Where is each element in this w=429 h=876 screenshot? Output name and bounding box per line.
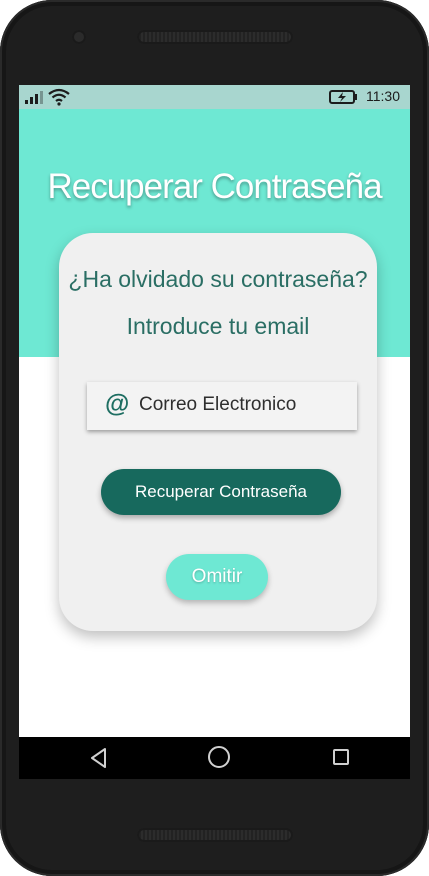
front-camera: [72, 30, 86, 44]
screen: 11:30 Recuperar Contraseña ¿Ha olvidado …: [19, 85, 410, 779]
email-input[interactable]: [139, 390, 349, 420]
at-icon: @: [105, 390, 130, 418]
earpiece-speaker: [137, 30, 293, 44]
wifi-icon: [48, 88, 70, 106]
recents-icon[interactable]: [333, 749, 349, 765]
email-field[interactable]: @: [87, 382, 357, 430]
status-bar: 11:30: [19, 85, 410, 109]
battery-charging-icon: [329, 90, 357, 104]
forgot-password-question: ¿Ha olvidado su contraseña?: [68, 266, 368, 292]
navigation-bar: [19, 737, 410, 779]
home-icon[interactable]: [208, 746, 230, 768]
page-title: Recuperar Contraseña: [47, 167, 382, 206]
bottom-speaker: [137, 828, 293, 842]
signal-icon: [25, 91, 43, 104]
phone-frame: 11:30 Recuperar Contraseña ¿Ha olvidado …: [0, 0, 429, 876]
back-icon[interactable]: [89, 747, 109, 769]
status-time: 11:30: [366, 88, 400, 104]
recover-password-button[interactable]: Recuperar Contraseña: [101, 469, 341, 515]
recovery-card: ¿Ha olvidado su contraseña? Introduce tu…: [59, 233, 377, 631]
email-instruction: Introduce tu email: [126, 313, 310, 339]
skip-button[interactable]: Omitir: [166, 554, 268, 600]
